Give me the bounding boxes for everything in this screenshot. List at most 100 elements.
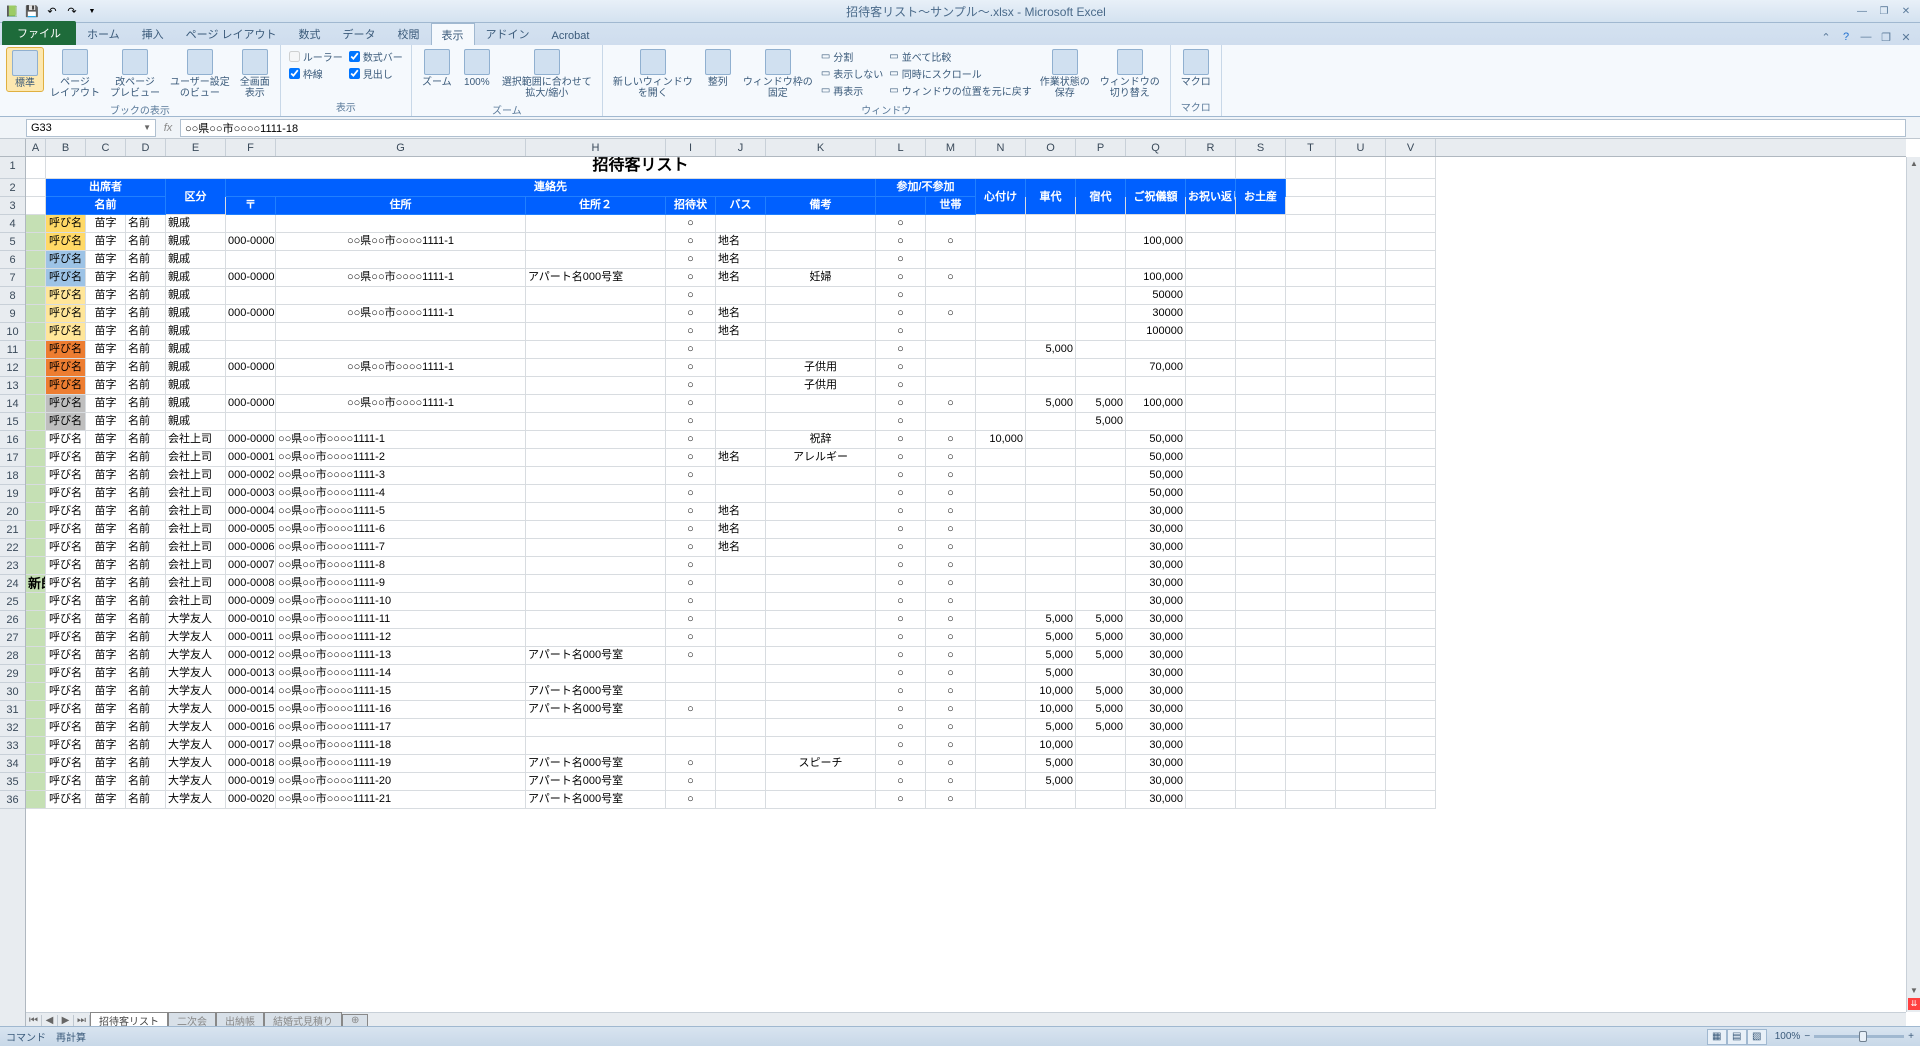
cell[interactable]: ○ — [666, 395, 716, 413]
cell[interactable]: 子供用 — [766, 359, 876, 377]
cell[interactable] — [1386, 269, 1436, 287]
select-all-corner[interactable] — [0, 139, 26, 157]
tab-review[interactable]: 校閲 — [387, 22, 431, 45]
cell[interactable] — [1026, 287, 1076, 305]
cell[interactable] — [976, 467, 1026, 485]
cell[interactable] — [1076, 539, 1126, 557]
cell[interactable] — [1186, 215, 1236, 233]
cell[interactable] — [26, 503, 46, 521]
cell[interactable] — [226, 341, 276, 359]
cell[interactable] — [1286, 683, 1336, 701]
row-header-34[interactable]: 34 — [0, 755, 25, 773]
cell[interactable]: ○○県○○市○○○○1111-17 — [276, 719, 526, 737]
cell[interactable]: ○ — [926, 305, 976, 323]
cell[interactable] — [1386, 737, 1436, 755]
cell[interactable]: 地名 — [716, 323, 766, 341]
cell[interactable] — [1236, 395, 1286, 413]
col-header-U[interactable]: U — [1336, 139, 1386, 156]
cell[interactable]: 親戚 — [166, 341, 226, 359]
col-header-T[interactable]: T — [1286, 139, 1336, 156]
cell[interactable]: 5,000 — [1076, 413, 1126, 431]
cell[interactable] — [976, 593, 1026, 611]
cell[interactable] — [766, 629, 876, 647]
cell[interactable] — [26, 521, 46, 539]
col-header-G[interactable]: G — [276, 139, 526, 156]
btn-zoom-100[interactable]: 100% — [458, 47, 496, 90]
cell[interactable] — [1026, 197, 1076, 215]
cell[interactable] — [976, 791, 1026, 809]
col-header-F[interactable]: F — [226, 139, 276, 156]
cell[interactable] — [26, 665, 46, 683]
cell[interactable] — [1386, 593, 1436, 611]
cell[interactable]: ○ — [926, 683, 976, 701]
cell[interactable]: ○ — [666, 287, 716, 305]
cell[interactable]: 名前 — [126, 791, 166, 809]
cell[interactable] — [766, 647, 876, 665]
cell[interactable] — [1026, 431, 1076, 449]
cell[interactable] — [526, 359, 666, 377]
cell[interactable]: 名前 — [126, 485, 166, 503]
cell[interactable]: 名前 — [126, 737, 166, 755]
cell[interactable] — [1236, 611, 1286, 629]
col-header-H[interactable]: H — [526, 139, 666, 156]
cell[interactable]: 地名 — [716, 269, 766, 287]
cell[interactable]: 親戚 — [166, 377, 226, 395]
cell[interactable] — [976, 359, 1026, 377]
cell[interactable]: ○○県○○市○○○○1111-11 — [276, 611, 526, 629]
cell[interactable]: 大学友人 — [166, 773, 226, 791]
row-header-5[interactable]: 5 — [0, 233, 25, 251]
cell[interactable]: ○ — [876, 467, 926, 485]
col-header-D[interactable]: D — [126, 139, 166, 156]
cell[interactable] — [1236, 287, 1286, 305]
cell[interactable]: 苗字 — [86, 575, 126, 593]
cell[interactable] — [1386, 683, 1436, 701]
cell[interactable]: ○ — [666, 575, 716, 593]
col-header-E[interactable]: E — [166, 139, 226, 156]
cell[interactable] — [976, 305, 1026, 323]
cell[interactable] — [26, 647, 46, 665]
cell[interactable]: ○○県○○市○○○○1111-18 — [276, 737, 526, 755]
cell[interactable]: 苗字 — [86, 467, 126, 485]
cell[interactable] — [1236, 359, 1286, 377]
cell[interactable] — [1026, 323, 1076, 341]
cell[interactable]: ○ — [666, 593, 716, 611]
row-header-10[interactable]: 10 — [0, 323, 25, 341]
cell[interactable]: ○ — [666, 521, 716, 539]
cell[interactable] — [26, 737, 46, 755]
cell[interactable]: 名前 — [126, 683, 166, 701]
cell[interactable]: 100,000 — [1126, 395, 1186, 413]
cell[interactable]: ○○県○○市○○○○1111-19 — [276, 755, 526, 773]
cell[interactable] — [766, 557, 876, 575]
col-header-I[interactable]: I — [666, 139, 716, 156]
cell[interactable]: ○ — [666, 647, 716, 665]
cell[interactable]: スピーチ — [766, 755, 876, 773]
cell[interactable] — [26, 467, 46, 485]
cell[interactable] — [1386, 557, 1436, 575]
cell[interactable]: アパート名000号室 — [526, 791, 666, 809]
cell[interactable]: 呼び名 — [46, 701, 86, 719]
cell[interactable] — [276, 377, 526, 395]
cell[interactable]: 大学友人 — [166, 683, 226, 701]
cell[interactable] — [1186, 395, 1236, 413]
cell[interactable] — [1186, 701, 1236, 719]
cell[interactable] — [26, 197, 46, 215]
col-header-B[interactable]: B — [46, 139, 86, 156]
cell[interactable]: 名前 — [126, 431, 166, 449]
cell[interactable] — [1076, 575, 1126, 593]
cell[interactable] — [1286, 485, 1336, 503]
cell[interactable]: 呼び名 — [46, 557, 86, 575]
cell[interactable] — [666, 719, 716, 737]
cell[interactable]: 会社上司 — [166, 449, 226, 467]
cell[interactable]: ○ — [876, 431, 926, 449]
cell[interactable]: ○ — [666, 233, 716, 251]
cell[interactable]: 名前 — [126, 665, 166, 683]
cell[interactable] — [1286, 665, 1336, 683]
cell[interactable]: ○ — [666, 305, 716, 323]
cell[interactable]: ○ — [926, 611, 976, 629]
cell[interactable]: 5,000 — [1026, 629, 1076, 647]
cell[interactable] — [1386, 521, 1436, 539]
cell[interactable]: 会社上司 — [166, 485, 226, 503]
cell[interactable]: 名前 — [126, 233, 166, 251]
cell[interactable] — [1336, 413, 1386, 431]
cell[interactable]: ○○県○○市○○○○1111-1 — [276, 395, 526, 413]
